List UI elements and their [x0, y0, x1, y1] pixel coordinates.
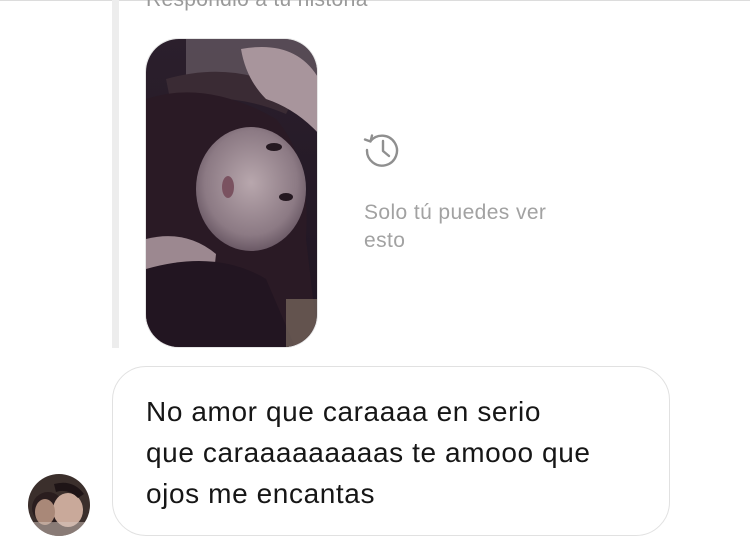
history-icon — [363, 134, 399, 167]
avatar-photo — [28, 474, 90, 536]
story-photo — [146, 39, 317, 347]
message-bubble[interactable]: No amor que caraaaa en serio que caraaaa… — [112, 366, 670, 536]
story-reply-caption: Respondió a tu historia — [146, 0, 368, 12]
message-text: No amor que caraaaa en serio que caraaaa… — [146, 396, 591, 509]
only-you-can-see-notice: Solo tú puedes ver esto — [364, 201, 547, 252]
story-thumbnail[interactable] — [145, 38, 318, 348]
sender-avatar[interactable] — [28, 474, 90, 536]
quote-bar — [112, 0, 119, 348]
